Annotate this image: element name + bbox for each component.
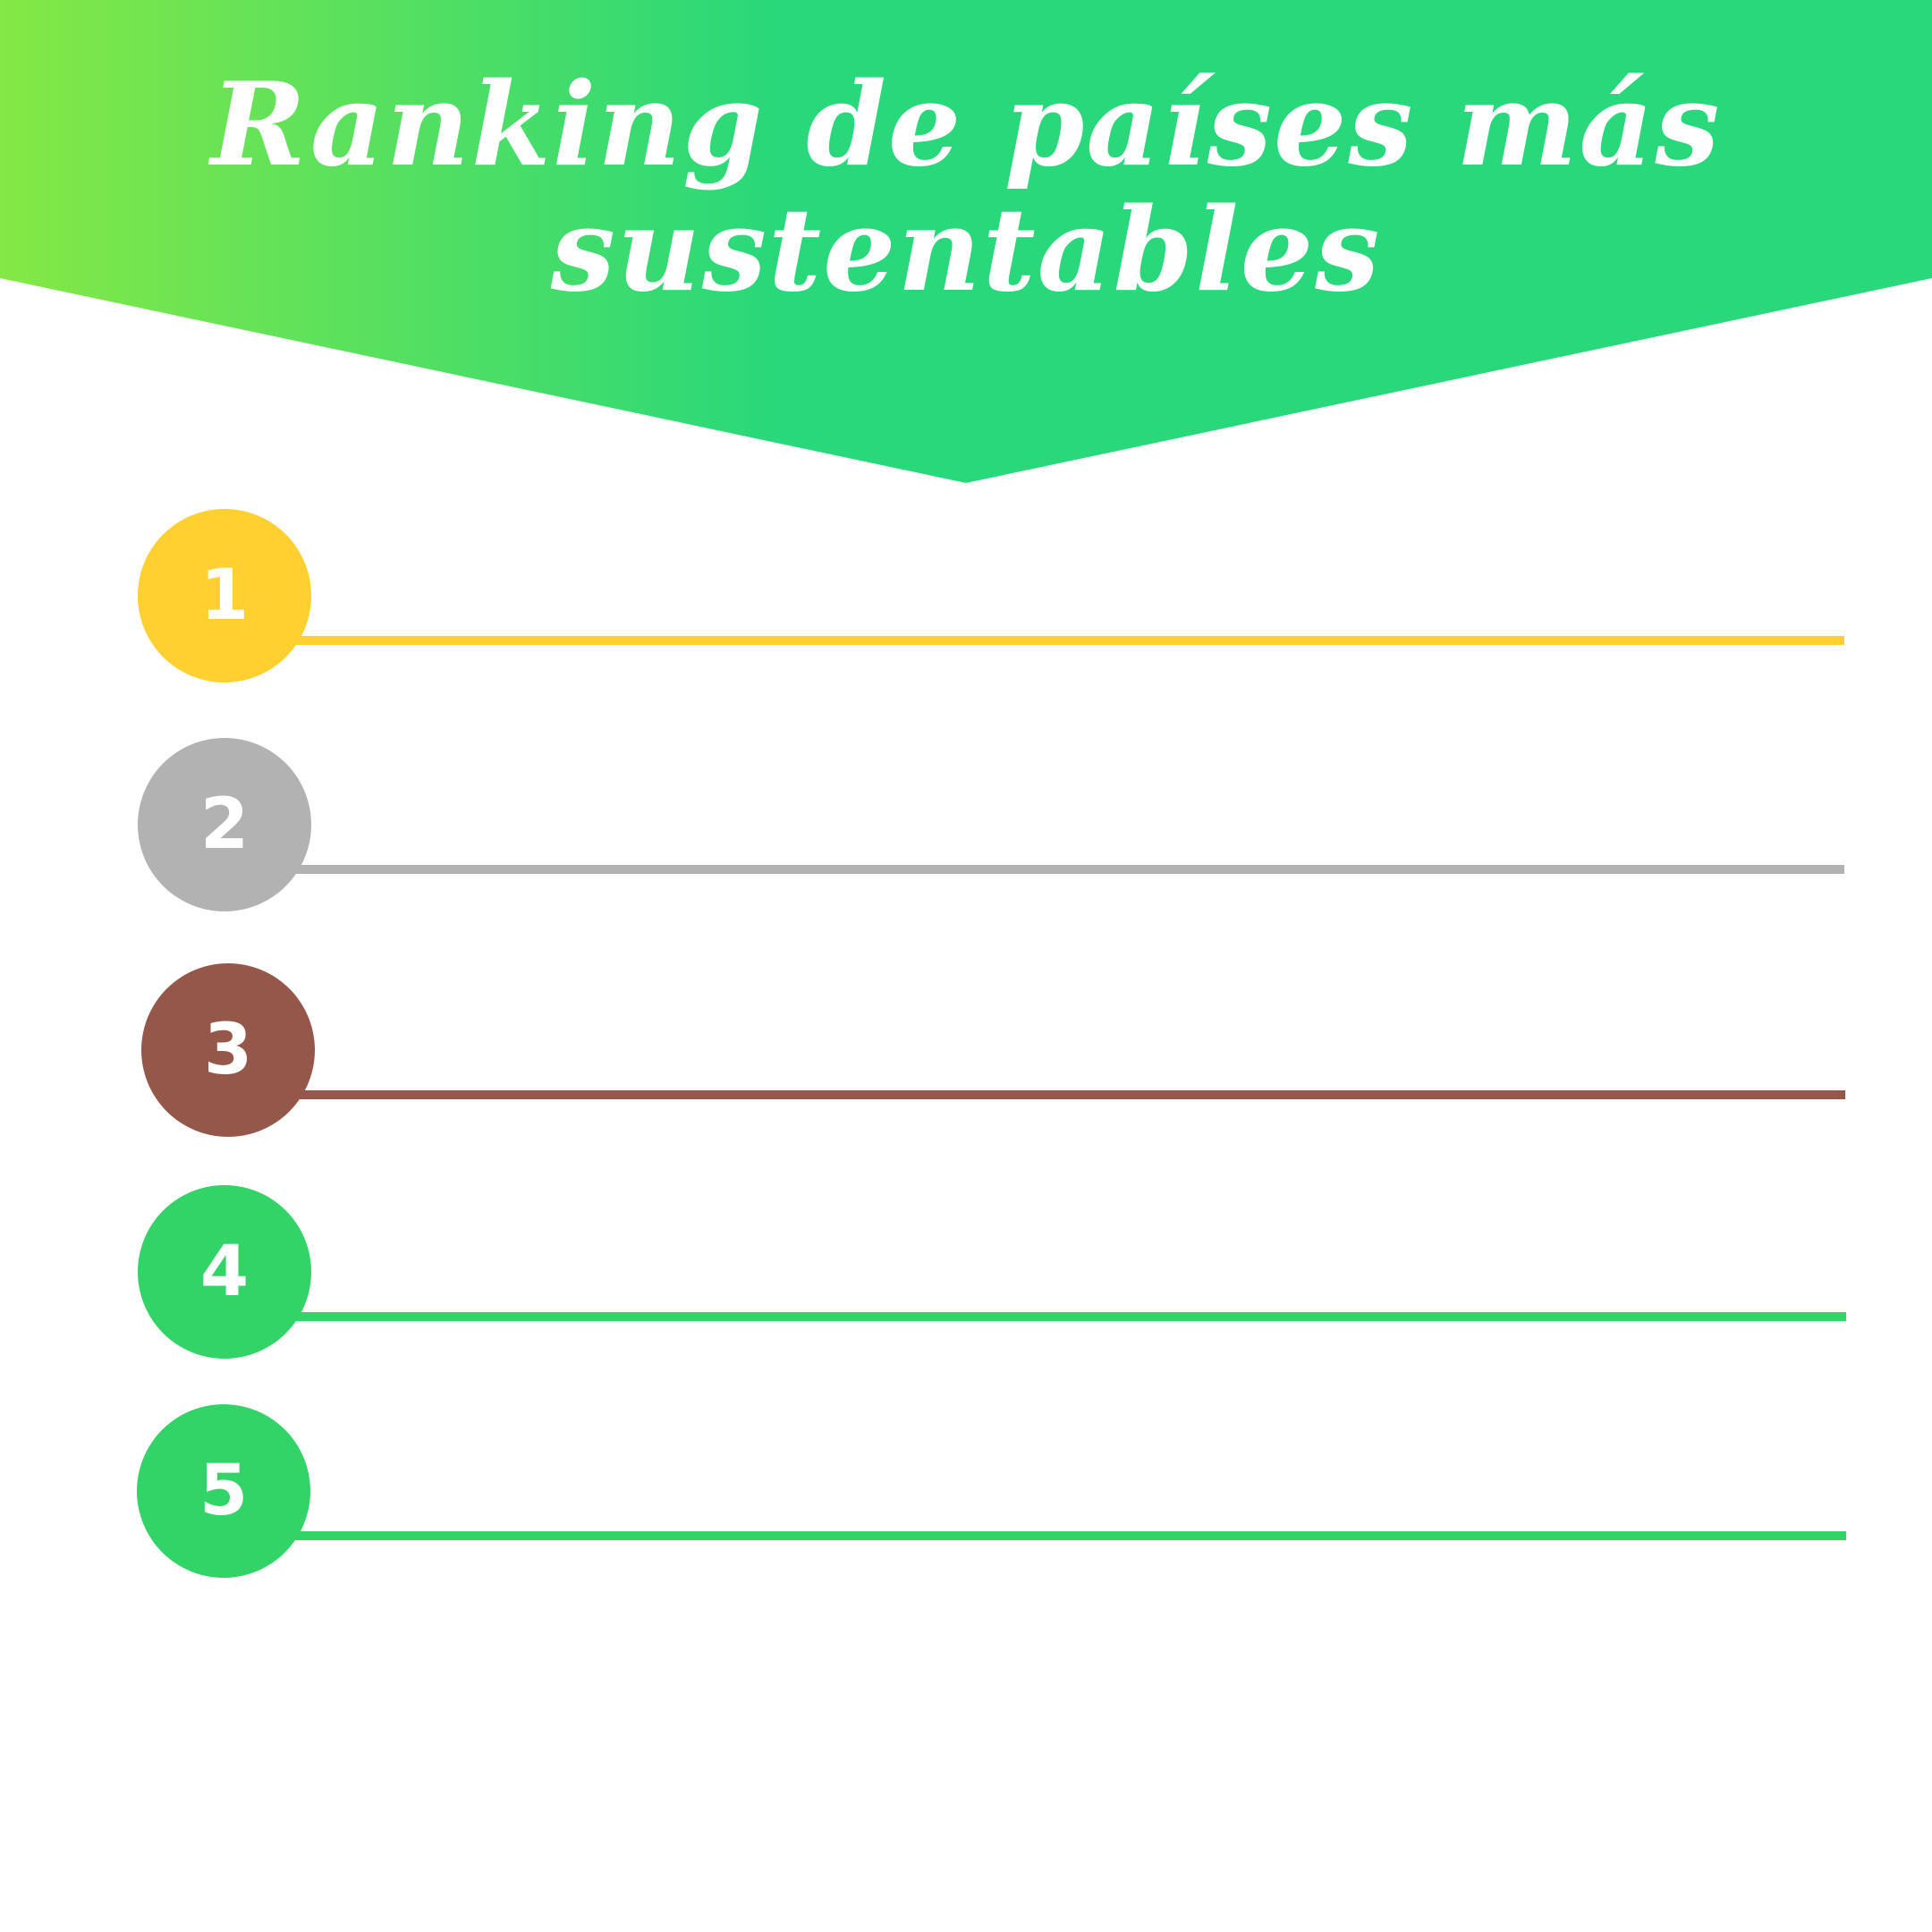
ranking-item-4: 4 [0, 1185, 1932, 1364]
ranking-badge-5: 5 [137, 1404, 310, 1578]
ranking-badge-4: 4 [138, 1185, 311, 1359]
ranking-item-2: 2 [0, 738, 1932, 917]
ranking-badge-3: 3 [141, 963, 315, 1137]
ranking-line-4 [268, 1312, 1846, 1321]
ranking-item-5: 5 [0, 1404, 1932, 1583]
ranking-number-5: 5 [199, 1451, 249, 1531]
ranking-line-3 [268, 1090, 1845, 1099]
ranking-item-3: 3 [0, 963, 1932, 1142]
ranking-line-5 [268, 1531, 1846, 1540]
ranking-line-2 [268, 865, 1844, 874]
ranking-item-1: 1 [0, 509, 1932, 688]
ranking-number-3: 3 [203, 1010, 253, 1090]
ranking-line-1 [268, 636, 1844, 645]
ranking-badge-1: 1 [138, 509, 311, 682]
ranking-badge-2: 2 [138, 738, 311, 911]
ranking-number-4: 4 [199, 1232, 250, 1312]
page-title: Ranking de países más sustentables [210, 58, 1722, 318]
ranking-number-2: 2 [199, 784, 250, 865]
ranking-number-1: 1 [199, 555, 250, 636]
